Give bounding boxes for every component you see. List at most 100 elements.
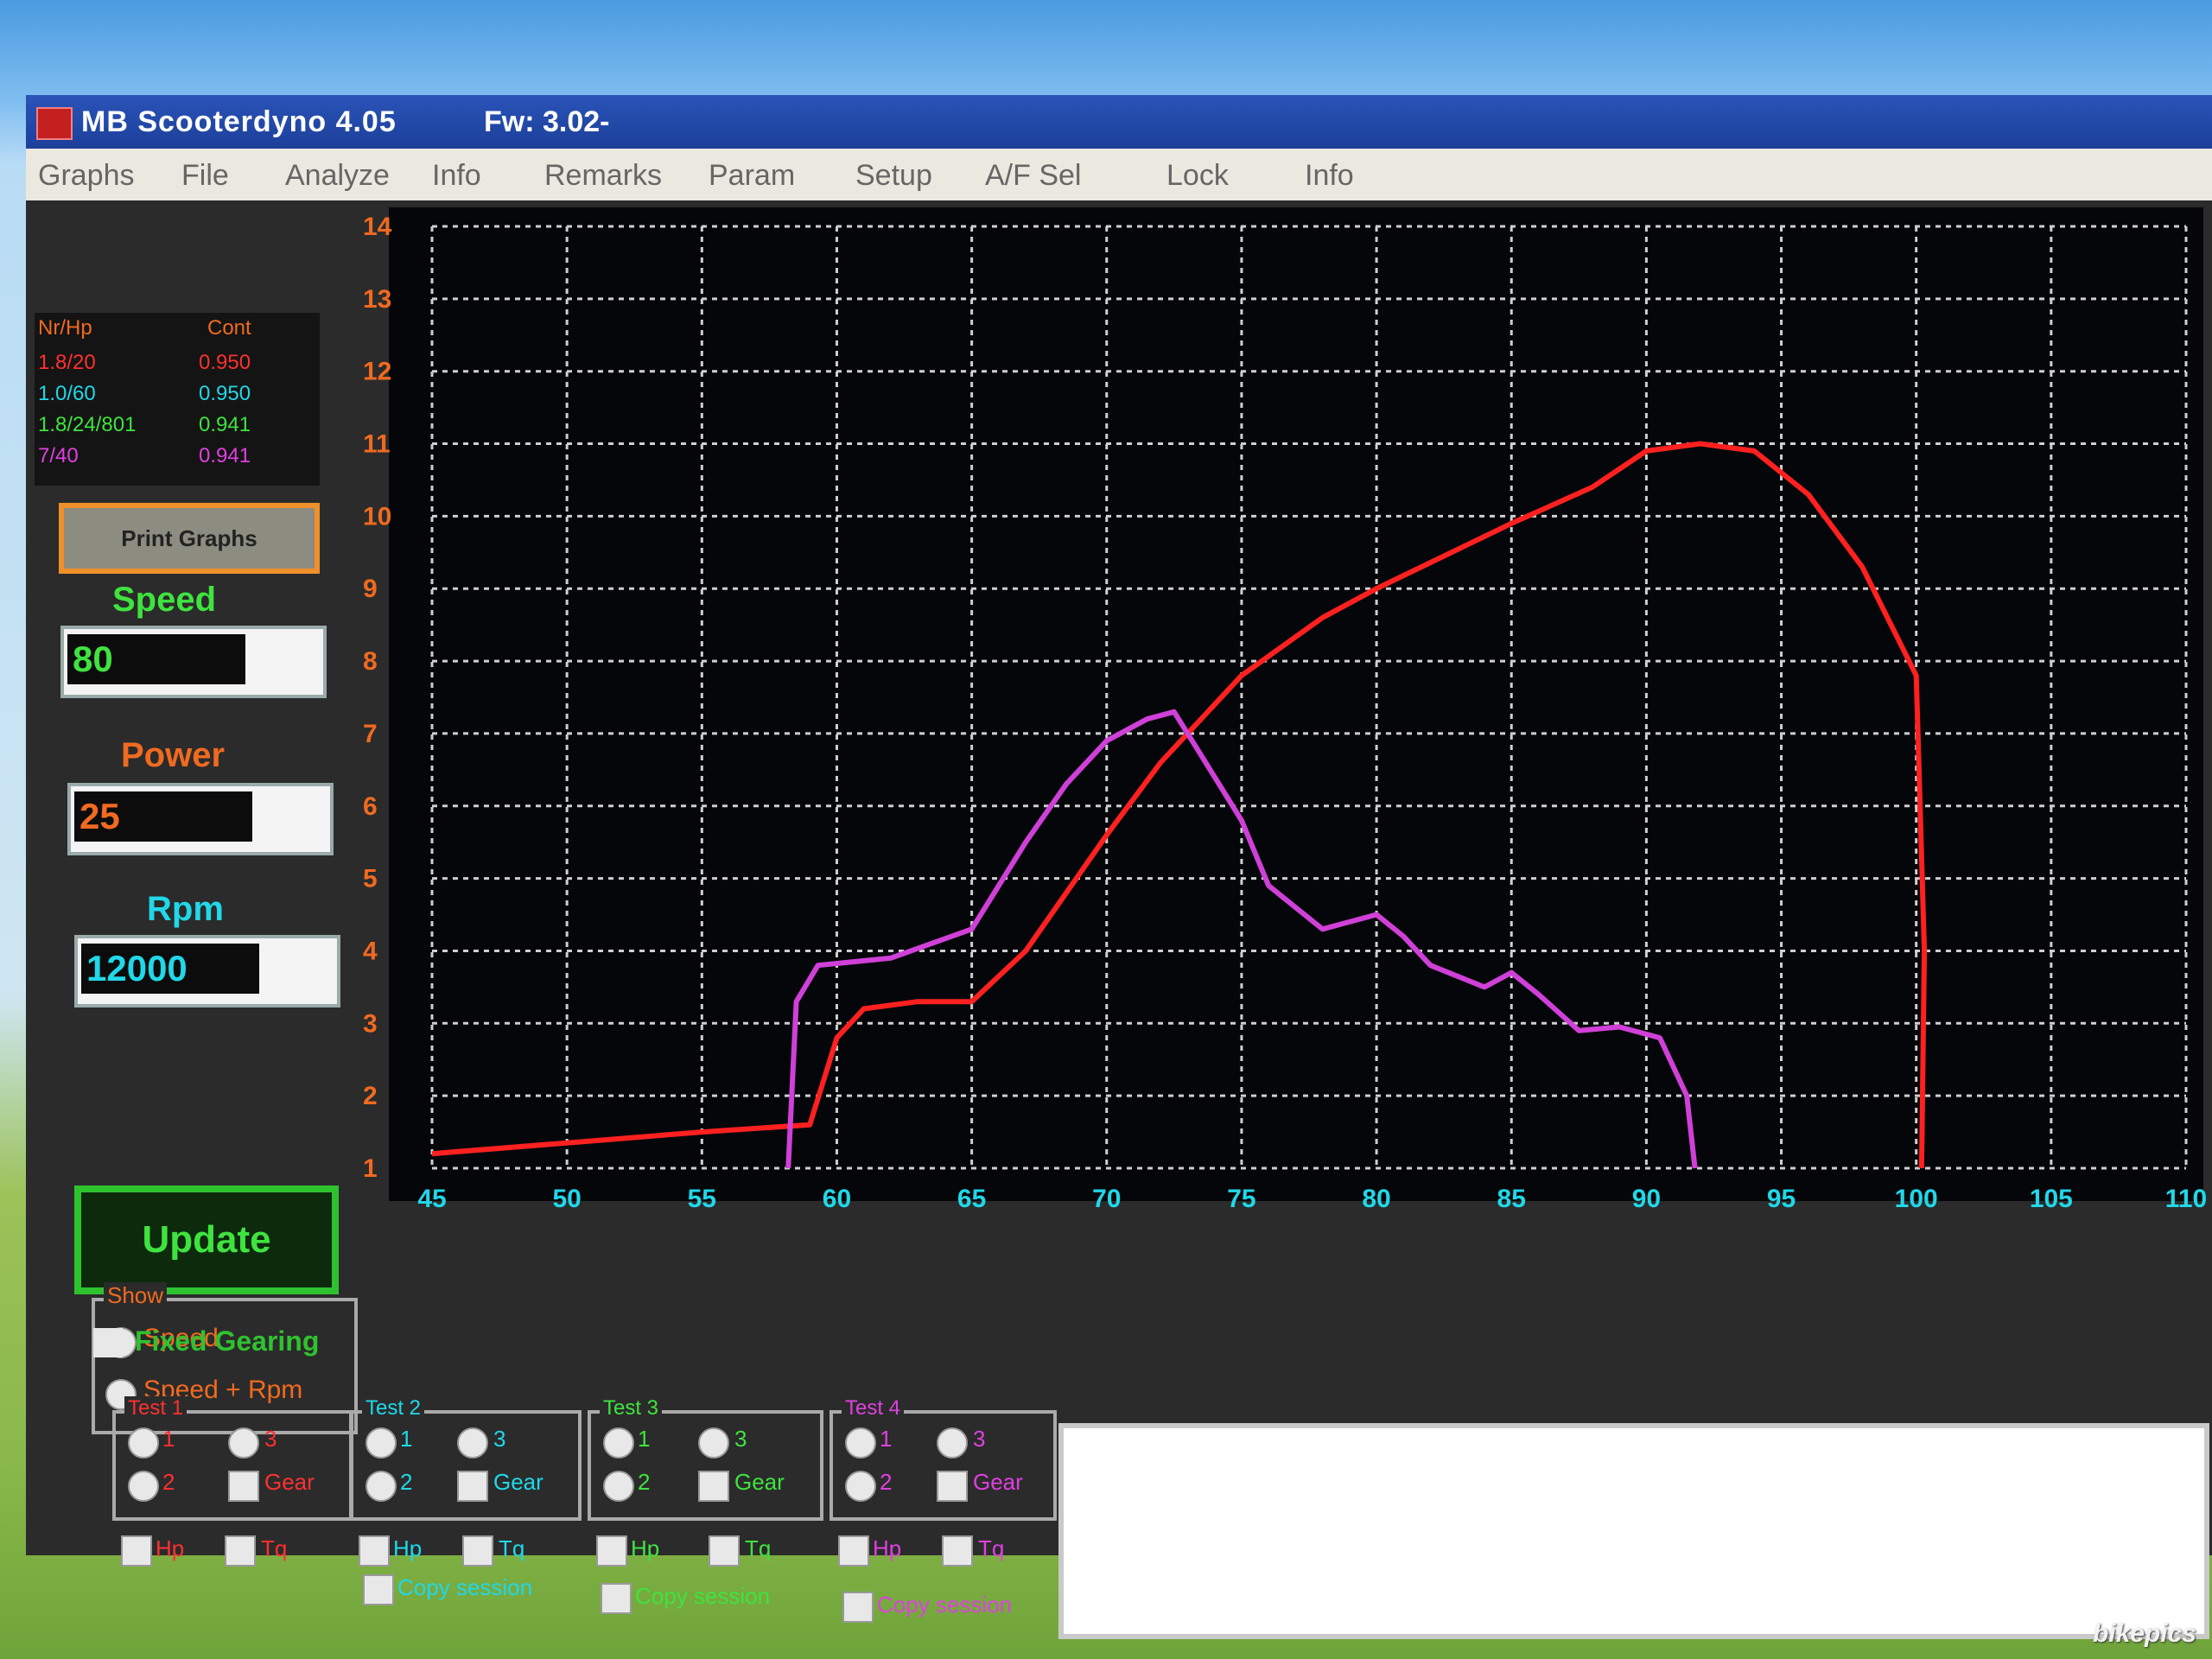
test-3-tq-checkbox[interactable] bbox=[709, 1535, 740, 1567]
y-tick-label: 1 bbox=[363, 1154, 378, 1183]
test-4-radio-1[interactable] bbox=[845, 1427, 876, 1459]
test-4-copy-label: Copy session bbox=[877, 1592, 1013, 1618]
test-4-label-1: 1 bbox=[880, 1426, 893, 1452]
test-3-title: Test 3 bbox=[600, 1396, 663, 1421]
test-4-gear-label: Gear bbox=[973, 1469, 1023, 1495]
test-2-tq-checkbox[interactable] bbox=[462, 1535, 493, 1567]
plot-area bbox=[389, 207, 2203, 1201]
test-1-gear-label: Gear bbox=[264, 1469, 315, 1495]
test-2-label-1: 1 bbox=[400, 1426, 413, 1452]
legend-header-1: Nr/Hp bbox=[38, 316, 92, 340]
test-3-radio-3[interactable] bbox=[698, 1427, 729, 1459]
test-3-copy-checkbox[interactable] bbox=[601, 1583, 632, 1614]
firmware-version: Fw: 3.02- bbox=[484, 105, 610, 138]
test-1-radio-1[interactable] bbox=[128, 1427, 159, 1459]
test-4-hp-label: Hp bbox=[873, 1535, 902, 1561]
legend-row-name: 1.0/60 bbox=[38, 382, 96, 405]
y-tick-label: 12 bbox=[363, 358, 391, 386]
dyno-chart: 1 2 3 4 5 6 7 8 9 10 11 12 13 14 45 50 55 60 65 70 75 80 85 90… bbox=[26, 200, 2212, 1639]
fixed-gearing-checkbox[interactable] bbox=[93, 1328, 123, 1357]
legend: Nr/Hp Cont 1.8/20 0.950 1.0/60 0.950 1.8… bbox=[35, 313, 320, 486]
y-tick-label: 13 bbox=[363, 285, 391, 314]
test-2-hp-checkbox[interactable] bbox=[359, 1535, 390, 1567]
x-tick-label: 85 bbox=[1497, 1185, 1526, 1213]
test-2-label-3: 3 bbox=[493, 1426, 506, 1452]
menu-param[interactable]: Param bbox=[709, 159, 795, 193]
test-2-gear-checkbox[interactable] bbox=[457, 1471, 488, 1502]
test-4-hp-checkbox[interactable] bbox=[838, 1535, 869, 1567]
test-1-label-3: 3 bbox=[264, 1426, 277, 1452]
menu-af-sel[interactable]: A/F Sel bbox=[985, 159, 1081, 193]
test-4-copy-checkbox[interactable] bbox=[842, 1592, 874, 1623]
y-tick-label: 5 bbox=[363, 865, 378, 893]
test-1-radio-3[interactable] bbox=[228, 1427, 259, 1459]
rpm-label: Rpm bbox=[147, 890, 224, 928]
test-3-hp-checkbox[interactable] bbox=[596, 1535, 627, 1567]
menu-graphs[interactable]: Graphs bbox=[38, 159, 135, 193]
x-tick-label: 100 bbox=[1895, 1185, 1938, 1213]
test-1-label-1: 1 bbox=[162, 1426, 175, 1452]
test-1-tq-checkbox[interactable] bbox=[225, 1535, 256, 1567]
test-4-tq-label: Tq bbox=[978, 1535, 1005, 1561]
y-tick-label: 9 bbox=[363, 575, 378, 603]
test-3-label-3: 3 bbox=[734, 1426, 747, 1452]
speed-value: 80 bbox=[67, 634, 245, 684]
test-3-gear-checkbox[interactable] bbox=[698, 1471, 729, 1502]
title-bar: MB Scooterdyno 4.05 Fw: 3.02- bbox=[26, 95, 2212, 149]
test-4-title: Test 4 bbox=[842, 1396, 905, 1421]
test-2-gear-label: Gear bbox=[493, 1469, 543, 1495]
test-4-gear-checkbox[interactable] bbox=[937, 1471, 968, 1502]
test-4-radio-3[interactable] bbox=[937, 1427, 968, 1459]
menu-analyze[interactable]: Analyze bbox=[285, 159, 390, 193]
legend-header-2: Cont bbox=[207, 316, 251, 340]
test-2-copy-checkbox[interactable] bbox=[363, 1574, 394, 1605]
test-1-radio-2[interactable] bbox=[128, 1471, 159, 1502]
test-3-label-1: 1 bbox=[638, 1426, 651, 1452]
test-3-radio-2[interactable] bbox=[603, 1471, 634, 1502]
left-panel: Nr/Hp Cont 1.8/20 0.950 1.0/60 0.950 1.8… bbox=[35, 313, 358, 1434]
test-3-tq-label: Tq bbox=[745, 1535, 772, 1561]
test-1-hp-checkbox[interactable] bbox=[121, 1535, 152, 1567]
update-button[interactable]: Update bbox=[74, 1185, 339, 1294]
menu-lock[interactable]: Lock bbox=[1166, 159, 1229, 193]
test-3-radio-1[interactable] bbox=[603, 1427, 634, 1459]
test-1-hp-label: Hp bbox=[156, 1535, 185, 1561]
x-tick-label: 105 bbox=[2030, 1185, 2073, 1213]
print-graphs-button[interactable]: Print Graphs bbox=[59, 503, 320, 574]
speed-field[interactable]: 80 bbox=[60, 626, 327, 698]
power-field[interactable]: 25 bbox=[67, 783, 334, 855]
test-2-radio-3[interactable] bbox=[457, 1427, 488, 1459]
test-2-hp-label: Hp bbox=[393, 1535, 423, 1561]
test-3-group: Test 3 1 2 3 Gear bbox=[588, 1396, 823, 1521]
menu-file[interactable]: File bbox=[181, 159, 229, 193]
test-1-tq-label: Tq bbox=[261, 1535, 288, 1561]
test-2-tq-label: Tq bbox=[499, 1535, 525, 1561]
test-1-title: Test 1 bbox=[124, 1396, 188, 1421]
test-2-copy-label: Copy session bbox=[397, 1574, 533, 1600]
test-2-radio-2[interactable] bbox=[365, 1471, 397, 1502]
test-2-label-2: 2 bbox=[400, 1469, 413, 1495]
x-tick-label: 110 bbox=[2165, 1185, 2207, 1213]
test-4-tq-checkbox[interactable] bbox=[942, 1535, 973, 1567]
watermark: bikepics bbox=[2092, 1619, 2196, 1648]
test-3-hp-label: Hp bbox=[631, 1535, 660, 1561]
menu-remarks[interactable]: Remarks bbox=[544, 159, 662, 193]
app-title: MB Scooterdyno 4.05 bbox=[81, 105, 397, 138]
y-tick-label: 4 bbox=[363, 937, 378, 965]
test-4-label-3: 3 bbox=[973, 1426, 986, 1452]
remarks-textbox[interactable] bbox=[1058, 1423, 2209, 1639]
x-tick-label: 90 bbox=[1632, 1185, 1661, 1213]
menu-info[interactable]: Info bbox=[432, 159, 481, 193]
x-tick-label: 50 bbox=[552, 1185, 581, 1213]
legend-row-name: 7/40 bbox=[38, 444, 79, 467]
menu-setup[interactable]: Setup bbox=[855, 159, 932, 193]
test-3-label-2: 2 bbox=[638, 1469, 651, 1495]
rpm-field[interactable]: 12000 bbox=[74, 935, 340, 1007]
speed-label: Speed bbox=[112, 581, 217, 619]
test-4-radio-2[interactable] bbox=[845, 1471, 876, 1502]
test-2-radio-1[interactable] bbox=[365, 1427, 397, 1459]
menu-info-2[interactable]: Info bbox=[1305, 159, 1354, 193]
test-3-gear-label: Gear bbox=[734, 1469, 785, 1495]
y-tick-label: 11 bbox=[363, 430, 391, 459]
test-1-gear-checkbox[interactable] bbox=[228, 1471, 259, 1502]
